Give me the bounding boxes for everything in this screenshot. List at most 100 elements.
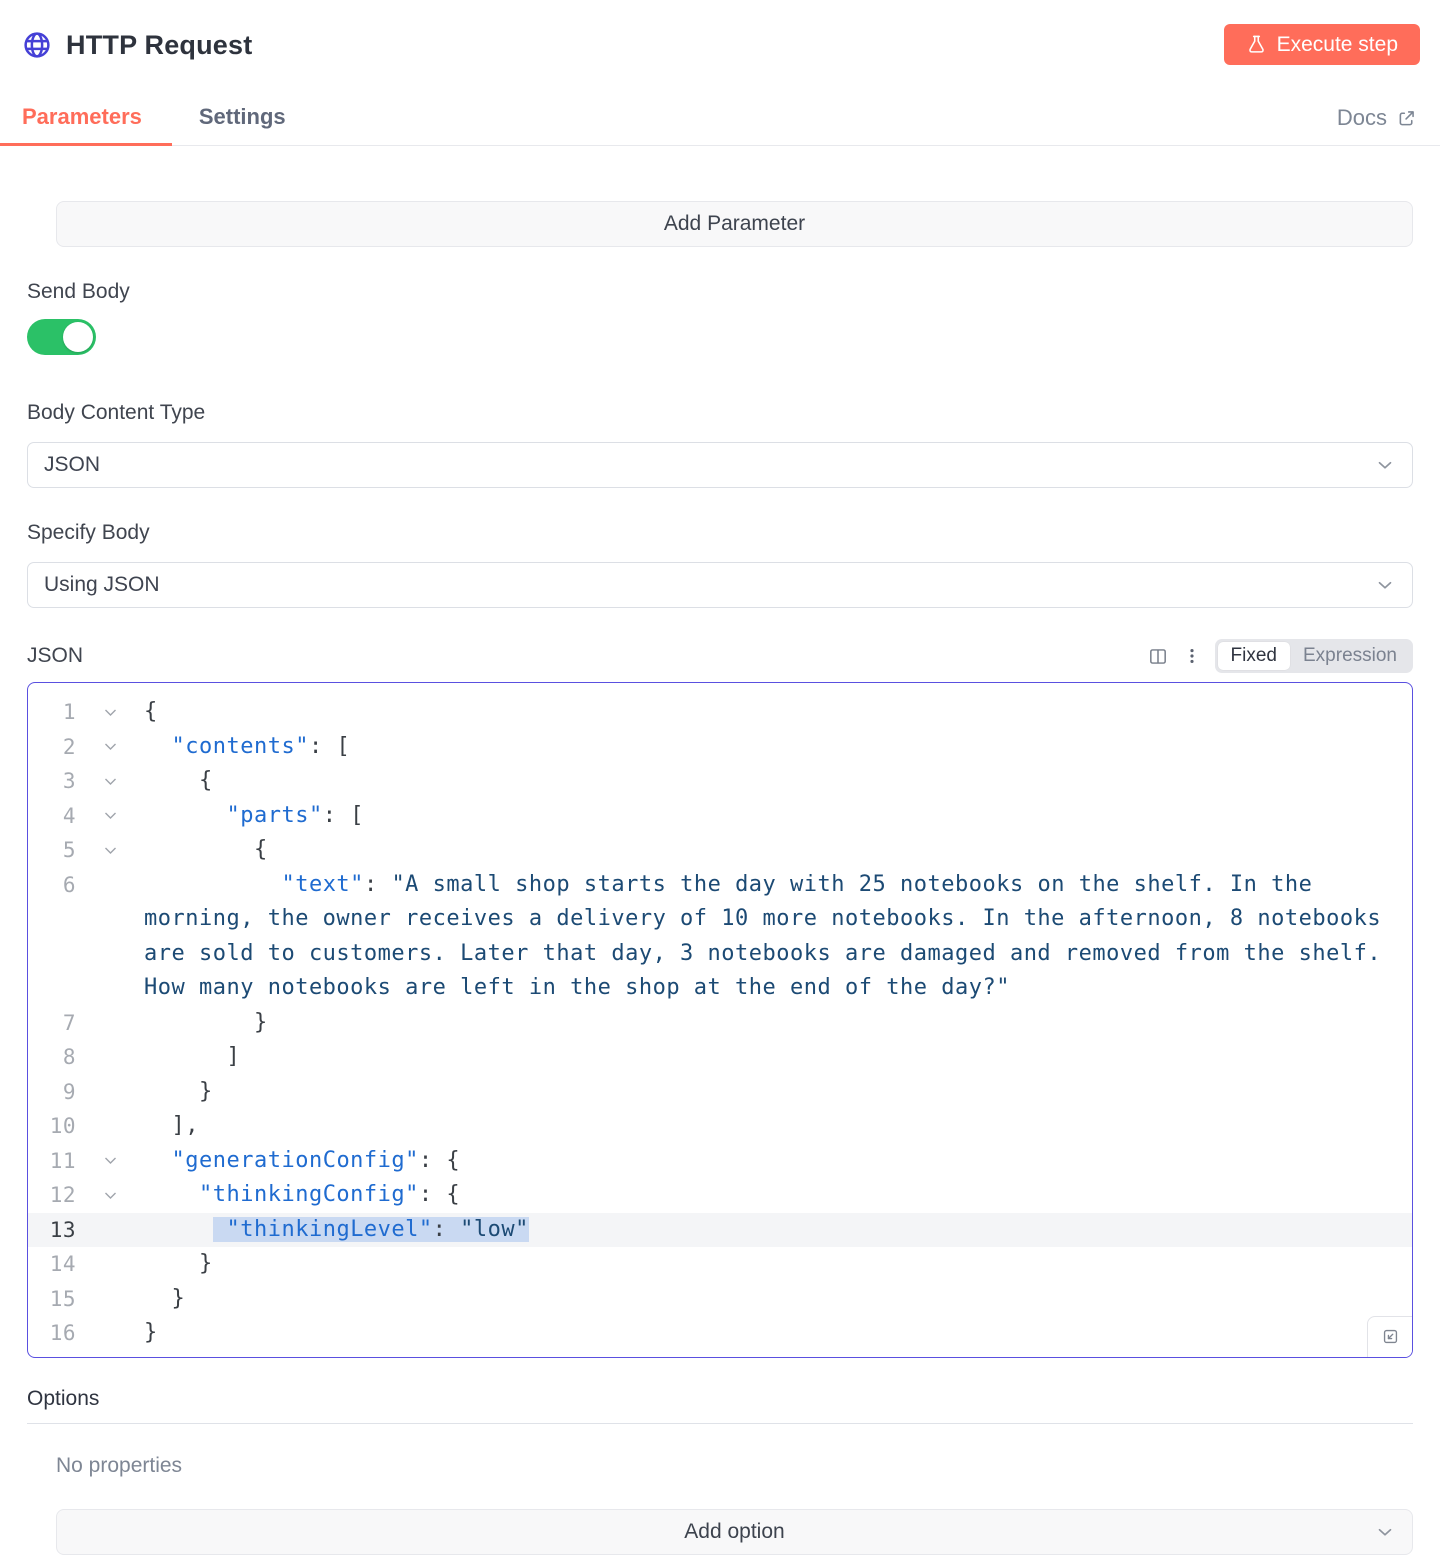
code-line[interactable]: 2 "contents": [ [28,730,1412,765]
execute-step-button[interactable]: Execute step [1223,24,1420,65]
code-line[interactable]: 12 "thinkingConfig": { [28,1178,1412,1213]
code-content: } [144,1006,1412,1041]
code-line[interactable]: 16} [28,1316,1412,1351]
code-line[interactable]: 10 ], [28,1109,1412,1144]
send-body-label: Send Body [27,280,130,303]
add-option-button[interactable]: Add option [56,1508,1413,1555]
docs-link[interactable]: Docs [1337,105,1417,145]
code-token: } [144,1009,268,1035]
no-properties-text: No properties [56,1453,183,1477]
fold-chevron-icon[interactable] [76,730,144,765]
code-token: : { [418,1147,461,1173]
add-parameter-button[interactable]: Add Parameter [56,201,1413,247]
fold-chevron-icon[interactable] [76,833,144,868]
fold-chevron-icon[interactable] [76,1144,144,1179]
code-token: "contents" [171,733,309,759]
code-content: { [144,833,1412,868]
line-number: 7 [62,1010,76,1035]
selected-text: "low" [460,1216,529,1242]
code-line[interactable]: 4 "parts": [ [28,799,1412,834]
line-number: 14 [49,1252,76,1276]
line-number: 3 [62,769,76,793]
code-content: "text": "A small shop starts the day wit… [144,868,1412,1006]
code-line[interactable]: 5 { [28,833,1412,868]
line-number: 15 [49,1286,76,1311]
fold-chevron-icon[interactable] [76,695,144,730]
code-content: "thinkingLevel": "low" [144,1213,1412,1248]
code-token: "parts" [226,802,323,828]
fold-chevron-icon[interactable] [76,1178,144,1213]
execute-step-label: Execute step [1276,32,1398,56]
code-line[interactable]: 13 "thinkingLevel": "low" [28,1212,1412,1248]
specify-body-label: Specify Body [27,521,150,544]
globe-icon [22,30,52,60]
code-token: } [144,1320,158,1345]
code-line[interactable]: 14 } [28,1247,1412,1282]
line-number: 8 [62,1045,76,1069]
code-line[interactable]: 1{ [28,695,1412,730]
json-code-editor[interactable]: 1{2 "contents": [3 {4 "parts": [5 {6 "te… [27,682,1413,1358]
code-token: : [ [322,802,364,828]
code-line[interactable]: 11 "generationConfig": { [28,1144,1412,1179]
parameters-pane: Add Parameter Send Body Body Content Typ… [0,201,1440,1555]
fixed-expression-toggle: Fixed Expression [1214,639,1413,673]
code-token: ] [144,1044,241,1069]
tab-parameters[interactable]: Parameters [0,90,172,146]
code-line[interactable]: 9 } [28,1075,1412,1110]
body-content-type-select[interactable]: JSON [27,442,1413,488]
line-number: 13 [49,1217,76,1242]
expand-editor-button[interactable] [1367,1315,1412,1357]
code-content: "contents": [ [144,730,1412,765]
expand-editor-icon [1381,1327,1400,1346]
line-number: 6 [62,872,76,897]
send-body-toggle[interactable] [27,319,96,355]
code-token: { [144,699,158,724]
specify-body-select[interactable]: Using JSON [27,562,1413,608]
code-line[interactable]: 8 ] [28,1040,1412,1075]
code-token: "thinkingConfig" [198,1182,419,1207]
line-number: 16 [49,1321,76,1345]
code-content: } [144,1282,1412,1317]
code-content: "parts": [ [144,799,1412,834]
external-link-icon [1396,108,1417,129]
code-content: } [144,1247,1412,1282]
mode-expression[interactable]: Expression [1290,642,1410,670]
code-token: "generationConfig" [171,1147,419,1173]
selected-text: "thinkingLevel" [226,1216,433,1242]
code-token: { [144,768,213,793]
code-content: } [144,1075,1412,1110]
fold-chevron-icon[interactable] [76,764,144,799]
code-content: { [144,764,1412,799]
title-row: HTTP Request Execute step [22,24,1420,66]
code-content: ], [144,1109,1412,1144]
tab-settings[interactable]: Settings [172,90,316,145]
code-token: ], [144,1113,199,1138]
kebab-menu-icon[interactable] [1182,645,1202,667]
page-title: HTTP Request [66,29,253,60]
chevron-down-icon [1374,454,1396,476]
code-line[interactable]: 6 "text": "A small shop starts the day w… [28,868,1412,1006]
split-editor-icon[interactable] [1147,646,1169,667]
http-request-node-panel: HTTP Request Execute step Parameters Set… [0,0,1440,1555]
code-token: : { [418,1182,461,1207]
code-line[interactable]: 15 } [28,1282,1412,1317]
code-content: } [144,1316,1412,1351]
chevron-down-icon [1374,1521,1396,1543]
code-line[interactable]: 7 } [28,1006,1412,1041]
flask-icon [1246,34,1267,55]
mode-fixed[interactable]: Fixed [1217,642,1290,670]
specify-body-value: Using JSON [44,573,160,596]
docs-label: Docs [1336,105,1387,130]
line-number: 5 [62,838,76,862]
code-line[interactable]: 3 { [28,764,1412,799]
fold-chevron-icon[interactable] [76,799,144,834]
line-number: 9 [62,1079,76,1104]
code-token: } [144,1078,213,1104]
